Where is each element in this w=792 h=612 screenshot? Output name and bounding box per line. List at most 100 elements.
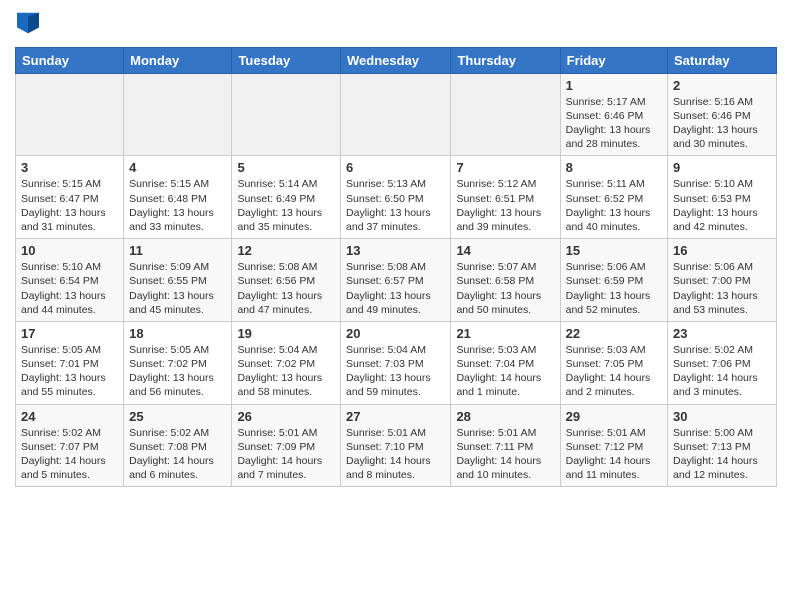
day-number: 25 bbox=[129, 409, 226, 424]
day-content: Sunrise: 5:07 AMSunset: 6:58 PMDaylight:… bbox=[456, 260, 554, 317]
day-number: 10 bbox=[21, 243, 118, 258]
day-info-line: and 10 minutes. bbox=[456, 469, 531, 481]
calendar-row-3: 17Sunrise: 5:05 AMSunset: 7:01 PMDayligh… bbox=[16, 321, 777, 404]
day-number: 26 bbox=[237, 409, 335, 424]
day-info-line: and 55 minutes. bbox=[21, 386, 96, 398]
day-info-line: Sunset: 7:11 PM bbox=[456, 441, 533, 453]
day-info-line: Sunrise: 5:10 AM bbox=[673, 178, 753, 190]
day-content: Sunrise: 5:17 AMSunset: 6:46 PMDaylight:… bbox=[566, 95, 662, 152]
day-info-line: and 50 minutes. bbox=[456, 304, 531, 316]
day-info-line: Sunrise: 5:03 AM bbox=[566, 344, 646, 356]
day-info-line: Sunrise: 5:05 AM bbox=[21, 344, 101, 356]
day-number: 27 bbox=[346, 409, 445, 424]
calendar-cell: 6Sunrise: 5:13 AMSunset: 6:50 PMDaylight… bbox=[341, 156, 451, 239]
day-info-line: Daylight: 14 hours bbox=[456, 455, 541, 467]
day-content: Sunrise: 5:13 AMSunset: 6:50 PMDaylight:… bbox=[346, 177, 445, 234]
day-number: 29 bbox=[566, 409, 662, 424]
day-info-line: Sunset: 6:58 PM bbox=[456, 275, 534, 287]
day-number: 8 bbox=[566, 160, 662, 175]
calendar-cell: 4Sunrise: 5:15 AMSunset: 6:48 PMDaylight… bbox=[124, 156, 232, 239]
calendar-cell: 18Sunrise: 5:05 AMSunset: 7:02 PMDayligh… bbox=[124, 321, 232, 404]
day-content: Sunrise: 5:08 AMSunset: 6:57 PMDaylight:… bbox=[346, 260, 445, 317]
day-info-line: Sunset: 6:46 PM bbox=[673, 110, 751, 122]
day-info-line: Daylight: 14 hours bbox=[21, 455, 106, 467]
day-info-line: Daylight: 13 hours bbox=[346, 290, 431, 302]
day-info-line: Daylight: 13 hours bbox=[129, 290, 214, 302]
day-info-line: and 6 minutes. bbox=[129, 469, 198, 481]
calendar-cell: 1Sunrise: 5:17 AMSunset: 6:46 PMDaylight… bbox=[560, 73, 667, 156]
day-info-line: Sunset: 6:49 PM bbox=[237, 193, 315, 205]
header-monday: Monday bbox=[124, 47, 232, 73]
calendar-cell: 9Sunrise: 5:10 AMSunset: 6:53 PMDaylight… bbox=[668, 156, 777, 239]
day-info-line: Sunset: 6:50 PM bbox=[346, 193, 424, 205]
day-info-line: Daylight: 14 hours bbox=[346, 455, 431, 467]
calendar-cell: 26 Sunrise: 5:01 AMSunset: 7:09 PMDayligh… bbox=[232, 404, 341, 487]
day-info-line: Daylight: 13 hours bbox=[21, 207, 106, 219]
day-info-line: Sunrise: 5:02 AM bbox=[21, 427, 101, 439]
day-number: 2 bbox=[673, 78, 771, 93]
day-content: Sunrise: 5:09 AM Sunset: 6:55 PM Daylight:… bbox=[129, 260, 226, 317]
day-content: Sunrise: 5:04 AMSunset: 7:03 PMDaylight:… bbox=[346, 343, 445, 400]
day-info-line: and 7 minutes. bbox=[237, 469, 306, 481]
day-info-line: Sunset: 6:52 PM bbox=[566, 193, 644, 205]
day-info-line: Sunset: 7:07 PM bbox=[21, 441, 99, 453]
day-info-line: Sunrise: 5:12 AM bbox=[456, 178, 536, 190]
day-info-line: and 44 minutes. bbox=[21, 304, 96, 316]
day-info-line: and 47 minutes. bbox=[237, 304, 312, 316]
day-info-line: Sunset: 7:02 PM bbox=[237, 358, 315, 370]
day-info-line: Sunrise: 5:04 AM bbox=[237, 344, 317, 356]
day-content: Sunrise: 5:01 AMSunset: 7:09 PMDaylight:… bbox=[237, 426, 335, 483]
day-content: Sunrise: 5:08 AMSunset: 6:56 PMDaylight:… bbox=[237, 260, 335, 317]
day-info-line: Sunrise: 5:14 AM bbox=[237, 178, 317, 190]
day-number: 4 bbox=[129, 160, 226, 175]
calendar-row-1: 3Sunrise: 5:15 AMSunset: 6:47 PMDaylight… bbox=[16, 156, 777, 239]
day-number: 22 bbox=[566, 326, 662, 341]
day-info-line: Sunset: 7:02 PM bbox=[129, 358, 207, 370]
day-info-line: and 31 minutes. bbox=[21, 221, 96, 233]
day-number: 24 bbox=[21, 409, 118, 424]
day-info-line: Sunrise: 5:09 AM bbox=[129, 261, 209, 273]
day-info-line: Sunrise: 5:10 AM bbox=[21, 261, 101, 273]
day-info-line: Sunset: 7:05 PM bbox=[566, 358, 644, 370]
day-info-line: and 12 minutes. bbox=[673, 469, 748, 481]
day-info-line: Daylight: 13 hours bbox=[566, 207, 651, 219]
day-number: 18 bbox=[129, 326, 226, 341]
day-info-line: Daylight: 13 hours bbox=[346, 372, 431, 384]
day-info-line: Sunset: 6:55 PM bbox=[129, 275, 207, 287]
day-info-line: Daylight: 14 hours bbox=[673, 455, 758, 467]
day-info-line: Sunrise: 5:01 AM bbox=[566, 427, 646, 439]
calendar-cell: 10 Sunrise: 5:10 AMSunset: 6:54 PMDayligh… bbox=[16, 239, 124, 322]
day-content: Sunrise: 5:04 AMSunset: 7:02 PMDaylight:… bbox=[237, 343, 335, 400]
day-number: 11 bbox=[129, 243, 226, 258]
day-info-line: Sunset: 7:13 PM bbox=[673, 441, 751, 453]
calendar-cell: 11 Sunrise: 5:09 AM Sunset: 6:55 PM Dayligh… bbox=[124, 239, 232, 322]
day-info-line: Sunrise: 5:13 AM bbox=[346, 178, 426, 190]
day-info-line: Sunrise: 5:08 AM bbox=[346, 261, 426, 273]
day-number: 12 bbox=[237, 243, 335, 258]
day-info-line: and 56 minutes. bbox=[129, 386, 204, 398]
day-info-line: Sunset: 6:47 PM bbox=[21, 193, 99, 205]
day-content: Sunrise: 5:14 AMSunset: 6:49 PMDaylight:… bbox=[237, 177, 335, 234]
day-number: 15 bbox=[566, 243, 662, 258]
day-info-line: Sunrise: 5:01 AM bbox=[237, 427, 317, 439]
header-saturday: Saturday bbox=[668, 47, 777, 73]
day-number: 3 bbox=[21, 160, 118, 175]
day-content: Sunrise: 5:10 AMSunset: 6:54 PMDaylight:… bbox=[21, 260, 118, 317]
day-info-line: Sunset: 6:56 PM bbox=[237, 275, 315, 287]
day-number: 17 bbox=[21, 326, 118, 341]
logo-icon bbox=[17, 12, 39, 34]
day-info-line: Daylight: 13 hours bbox=[21, 290, 106, 302]
calendar-row-4: 24 Sunrise: 5:02 AM Sunset: 7:07 PM Dayligh… bbox=[16, 404, 777, 487]
calendar-cell bbox=[341, 73, 451, 156]
day-content: Sunrise: 5:02 AM Sunset: 7:07 PM Daylight:… bbox=[21, 426, 118, 483]
day-info-line: Sunrise: 5:04 AM bbox=[346, 344, 426, 356]
day-content: Sunrise: 5:12 AMSunset: 6:51 PMDaylight:… bbox=[456, 177, 554, 234]
day-info-line: and 49 minutes. bbox=[346, 304, 421, 316]
calendar-cell: 12 Sunrise: 5:08 AMSunset: 6:56 PMDayligh… bbox=[232, 239, 341, 322]
calendar-cell bbox=[16, 73, 124, 156]
day-content: Sunrise: 5:01 AMSunset: 7:10 PMDaylight:… bbox=[346, 426, 445, 483]
day-info-line: and 39 minutes. bbox=[456, 221, 531, 233]
day-info-line: Daylight: 13 hours bbox=[673, 290, 758, 302]
calendar-cell: 24 Sunrise: 5:02 AM Sunset: 7:07 PM Dayligh… bbox=[16, 404, 124, 487]
day-info-line: Sunrise: 5:02 AM bbox=[129, 427, 209, 439]
